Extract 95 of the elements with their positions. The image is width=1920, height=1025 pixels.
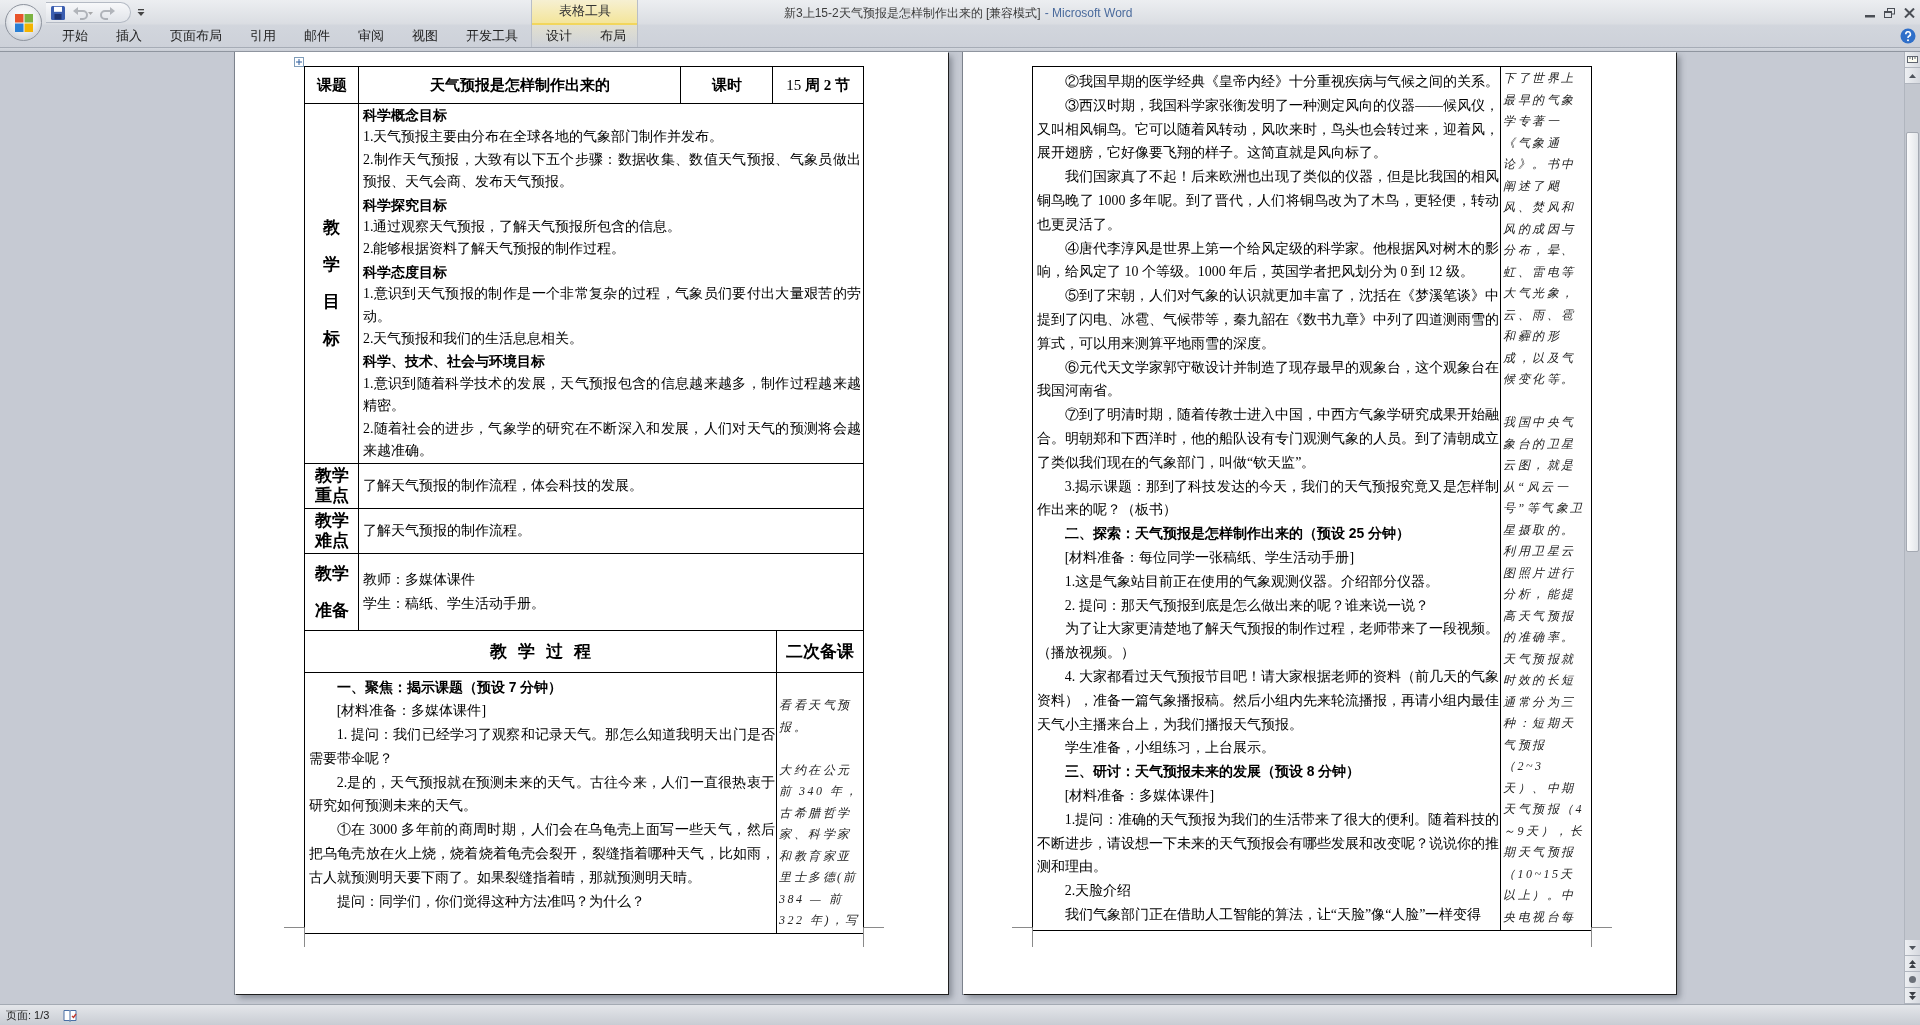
paragraph: [材料准备：多媒体课件] — [335, 702, 488, 721]
section-heading: 二、探索：天气预报是怎样制作出来的（预设 25 分钟） — [1063, 524, 1411, 544]
lesson-title: 天气预报是怎样制作出来的 — [429, 75, 610, 93]
body-text: 教师：多媒体课件 — [363, 570, 476, 589]
corner-mark-icon — [1591, 927, 1612, 947]
book-icon[interactable] — [63, 1008, 78, 1022]
period-label: 课时 — [711, 75, 742, 93]
next-page-button[interactable] — [1905, 988, 1920, 1004]
row-header: 教学重点 — [314, 465, 349, 506]
paragraph: 1.提问：准确的天气预报为我们的生活带来了很大的便利。随着科技的不断进步，请设想一下未来的天气预报会有哪些发展和改变呢？说说你的推测和理由。 — [1037, 810, 1499, 877]
paragraph: 2. 提问：那天气预报到底是怎么做出来的呢？谁来说一说？ — [1063, 596, 1430, 615]
corner-mark-icon — [1012, 927, 1033, 947]
goal-heading: 科学、技术、社会与环境目标 — [363, 352, 546, 372]
body-text: 了解天气预报的制作流程，体会科技的发展。 — [363, 476, 644, 495]
period-value: 15 周 2 节 — [786, 76, 850, 93]
paragraph: 1.这是气象站目前正在使用的气象观测仪器。介绍部分仪器。 — [1063, 572, 1441, 591]
ribbon-tab[interactable]: 引用 — [236, 26, 290, 47]
column-header: 教 学 过 程 — [490, 641, 591, 661]
note-text: 看看天气预报。 — [779, 697, 853, 736]
row-header: 教学目标 — [323, 217, 340, 351]
paragraph: 1. 提问：我们已经学习了观察和记录天气。那怎么知道我明天出门是否需要带伞呢？ — [309, 726, 775, 768]
paragraph: 学生准备，小组练习，上台展示。 — [1063, 739, 1276, 758]
up-arrow-icon — [1909, 73, 1916, 78]
help-icon[interactable] — [1900, 28, 1916, 44]
paragraph: 2.是的，天气预报就在预测未来的天气。古往今来，人们一直很热衷于研究如何预测未来的天气。 — [309, 773, 775, 816]
paragraph: ⑤到了宋朝，人们对气象的认识就更加丰富了，沈括在《梦溪笔谈》中提到了闪电、冰雹、气候带等，秦九韶在《数书九章》中列了四道测雨雪的算式，可以用来测算平地雨雪的深度。 — [1037, 287, 1499, 353]
note-text: 大约在公元前 340 年，古希腊哲学家、科学家和教育家亚里士多德(前 384 — 前 322 年)，写 — [779, 761, 861, 929]
paragraph: 提问：同学们，你们觉得这种方法准吗？为什么？ — [335, 892, 646, 911]
tab-group-label: 表格工具 — [532, 0, 637, 25]
body-text: 1.天气预报主要由分布在全球各地的气象部门制作并发布。 — [363, 128, 725, 147]
paragraph: 我们气象部门正在借助人工智能的算法，让“天脸”像“人脸”一样变得 — [1063, 905, 1483, 924]
body-text: 1.意识到随着科学技术的发展，天气预报包含的信息越来越多，制作过程越来越精密。 — [363, 374, 861, 416]
paragraph: ⑦到了明清时期，随着传教士进入中国，中西方气象学研究成果开始融合。明朝郑和下西洋时，他的船队设有专门观测气象的人员。到了清朝成立了类似我们现在的气象部门，叫做“钦天监”。 — [1037, 406, 1499, 472]
paragraph: 2.天脸介绍 — [1063, 882, 1133, 901]
paragraph: ④唐代李淳风是世界上第一个给风定级的科学家。他根据风对树木的影响，给风定了 10 个等级。1000 年后，英国学者把风划分为 0 到 12 级。 — [1037, 239, 1499, 282]
paragraph: [材料准备：多媒体课件] — [1063, 786, 1216, 805]
column-header: 二次备课 — [786, 641, 854, 661]
page-count[interactable]: 页面: 1/3 — [6, 1006, 50, 1024]
double-up-arrow-icon — [1909, 959, 1916, 968]
body-text: 1.通过观察天气预报，了解天气预报所包含的信息。 — [363, 218, 683, 237]
browse-object-button[interactable] — [1905, 972, 1920, 988]
circle-icon — [1909, 976, 1916, 983]
paragraph: ⑥元代天文学家郭守敬设计并制造了现存最早的观象台，这个观象台在我国河南省。 — [1037, 358, 1499, 401]
corner-mark-icon — [284, 927, 305, 947]
paragraph: 4. 大家都看过天气预报节目吧！请大家根据老师的资料（前几天的气象资料），准备一篇气象播报稿。然后小组内先来轮流播报，再请小组内最佳天气小主播来台上，为我们播报天气预报。 — [1037, 667, 1499, 734]
ruler-icon — [1907, 55, 1918, 64]
ribbon-tab[interactable]: 开始 — [48, 26, 102, 47]
corner-mark-icon — [863, 927, 884, 947]
ribbon-tab[interactable]: 视图 — [398, 26, 452, 47]
row-header: 教学准备 — [314, 562, 349, 622]
row-header: 教学难点 — [314, 510, 349, 551]
scroll-up-button[interactable] — [1905, 68, 1920, 84]
section-heading: 三、研讨：天气预报未来的发展（预设 8 分钟） — [1063, 762, 1362, 782]
body-text: 2.天气预报和我们的生活息息相关。 — [363, 330, 585, 349]
ribbon-tab[interactable]: 邮件 — [290, 26, 344, 47]
ribbon-tab[interactable]: 布局 — [586, 26, 640, 47]
window-title: 新3上15-2天气预报是怎样制作出来的 [兼容模式] — [784, 4, 1041, 22]
paragraph: 我们国家真了不起！后来欧洲也出现了类似的仪器，但是比我国的相风铜鸟晚了 1000 多年呢。到了晋代，人们将铜鸟改为了木鸟，更轻便，转动也更灵活了。 — [1037, 168, 1499, 234]
previous-page-button[interactable] — [1905, 956, 1920, 972]
note-text: 我国中央气象台的卫星云图，就是从“风云一号”等气象卫星摄取的。利用卫星云图照片进行分析，能提高天气预报的准确率。天气预报就时效的长短通常分为三种：短期天气预报（2~3天）、中期天气预报（4～9天），长期天气预报（10~15天以上）。中央电视台每 — [1503, 414, 1585, 926]
topic-label: 课题 — [316, 75, 347, 93]
paragraph: ②我国早期的医学经典《皇帝内经》十分重视疾病与气候之间的关系。 — [1063, 73, 1499, 91]
goal-heading: 科学态度目标 — [363, 262, 448, 282]
body-text: 2.随着社会的进步，气象学的研究在不断深入和发展，人们对天气的预测将会越来越准确。 — [363, 419, 861, 461]
body-text: 2.能够根据资料了解天气预报的制作过程。 — [363, 240, 627, 259]
ruler-button[interactable] — [1905, 52, 1920, 68]
body-text: 1.意识到天气预报的制作是一个非常复杂的过程，气象员们要付出大量艰苦的劳动。 — [363, 285, 861, 326]
move-handle-icon[interactable] — [294, 57, 304, 67]
colored-squares-icon — [13, 12, 34, 33]
office-button[interactable] — [5, 4, 42, 41]
restore-icon[interactable] — [1884, 7, 1895, 18]
ribbon-tab[interactable]: 审阅 — [344, 26, 398, 47]
body-text: 2.制作天气预报，大致有以下五个步骤：数据收集、数值天气预报、气象员做出预报、天气会商、发布天气预报。 — [363, 150, 861, 192]
body-text: 了解天气预报的制作流程。 — [363, 521, 532, 540]
app-name: - Microsoft Word — [1044, 4, 1133, 22]
ribbon-tab[interactable]: 页面布局 — [156, 26, 236, 47]
paragraph: ①在 3000 多年前的商周时期，人们会在乌龟壳上面写一些天气，然后把乌龟壳放在火上烧，烧着烧着龟壳会裂开，裂缝指着哪种天气，比如雨，古人就预测明天要下雨了。如果裂缝指着晴，那就预测明天晴。 — [309, 821, 775, 887]
paragraph: 为了让大家更清楚地了解天气预报的制作过程，老师带来了一段视频。（播放视频。） — [1037, 620, 1499, 663]
down-arrow-icon — [1909, 945, 1916, 950]
section-heading: 一、聚焦：揭示课题（预设 7 分钟） — [335, 677, 564, 697]
close-icon[interactable] — [1904, 7, 1915, 18]
double-down-arrow-icon — [1909, 991, 1916, 1000]
paragraph: [材料准备：每位同学一张稿纸、学生活动手册] — [1063, 548, 1356, 567]
scroll-down-button[interactable] — [1905, 940, 1920, 956]
goal-heading: 科学探究目标 — [363, 195, 448, 215]
paragraph: 3.揭示课题：那到了科技发达的今天，我们的天气预报究竟又是怎样制作出来的呢？（板书） — [1037, 477, 1499, 520]
paragraph: ③西汉时期，我国科学家张衡发明了一种测定风向的仪器——候风仪，又叫相风铜鸟。它可以随着风转动，风吹来时，鸟头也会转过来，迎着风，展开翅膀，它好像要飞翔的样子。这简直就是风向标了。 — [1037, 96, 1499, 163]
note-text: 下了世界上最早的气象学专著一《气象通论》。书中阐述了飓风、焚风和风的成因与分布，晕、虹、雷电等大气光象，云、雨、雹和霾的形成，以及气候变化等。 — [1503, 70, 1577, 388]
ribbon-tab[interactable]: 开发工具 — [452, 26, 532, 47]
body-text: 学生：稿纸、学生活动手册。 — [363, 594, 546, 613]
scrollbar-thumb[interactable] — [1906, 132, 1919, 552]
ribbon-tab[interactable]: 插入 — [102, 26, 156, 47]
caret-icon[interactable] — [137, 8, 145, 17]
ribbon-tab[interactable]: 设计 — [532, 26, 586, 47]
goal-heading: 科学概念目标 — [363, 106, 448, 125]
